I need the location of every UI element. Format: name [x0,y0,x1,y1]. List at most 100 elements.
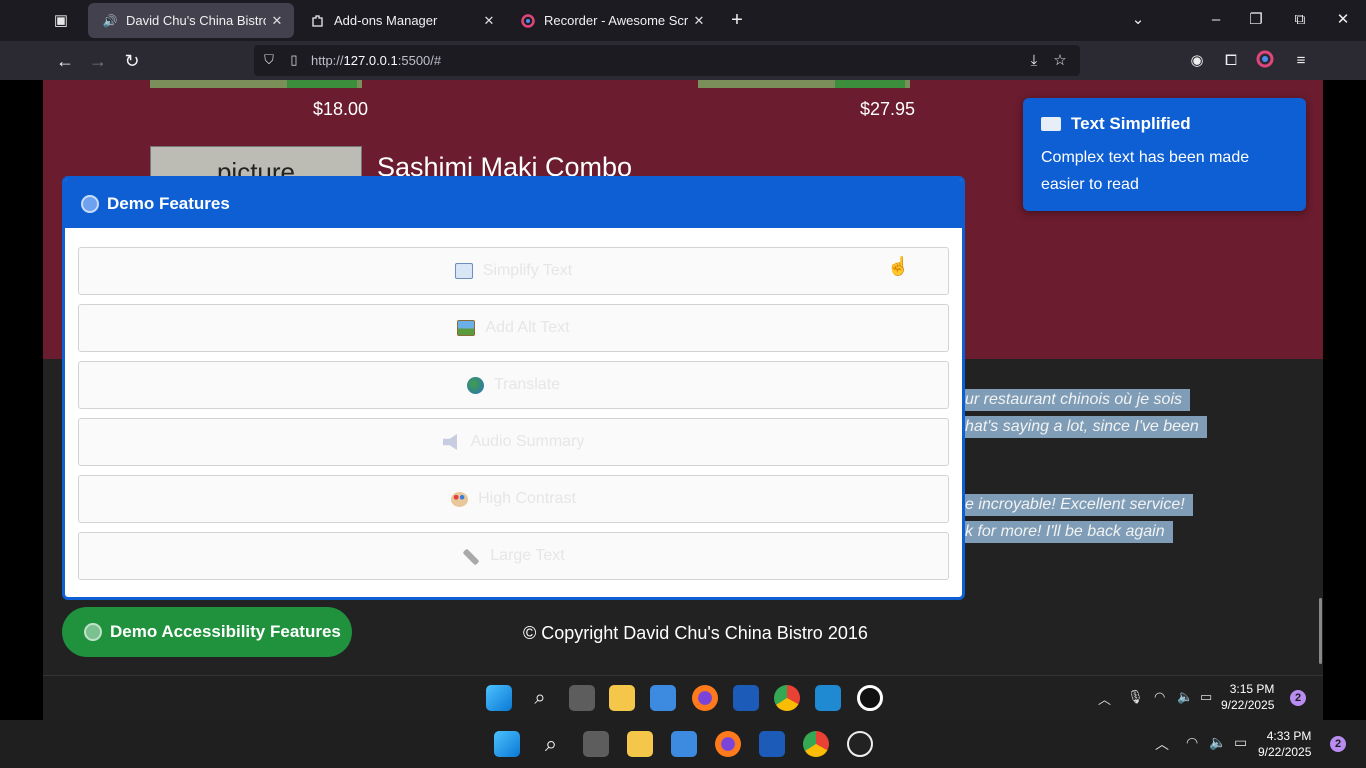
close-tab-icon[interactable]: ✕ [266,13,288,29]
chrome-icon[interactable] [803,731,829,757]
puzzle-icon [310,13,326,29]
store-icon[interactable] [671,731,697,757]
toast-message-line: easier to read [1041,176,1139,193]
recorded-clock[interactable]: 3:15 PM 9/22/2025 [1221,681,1274,713]
notification-toast: Text Simplified Complex text has been ma… [1023,98,1306,211]
simplify-text-button[interactable]: Simplify Text [78,247,949,295]
clock-time: 3:15 PM [1229,682,1275,696]
system-clock[interactable]: 4:33 PM 9/22/2025 [1258,728,1311,760]
hand-cursor-icon: ☝ [887,256,910,276]
clock-date: 9/22/2025 [1221,698,1275,712]
translate-button[interactable]: Translate [78,361,949,409]
extensions-icon[interactable]: ⧠ [1220,50,1242,72]
recorder-icon [520,13,536,29]
tab-label: David Chu's China Bistro [126,13,266,28]
microphone-icon[interactable]: 🎙 [1127,689,1144,705]
page-scrollbar[interactable] [1319,598,1322,664]
bookmark-star-icon[interactable]: ☆ [1050,51,1070,71]
feature-label: Large Text [490,547,565,564]
firefox-icon[interactable] [715,731,741,757]
menu-item-price: $18.00 [313,99,369,119]
media-player-icon[interactable] [847,731,873,757]
picture-in-picture-icon[interactable]: ⧉ [1286,8,1314,32]
show-hidden-icons[interactable]: ︿ [1098,689,1111,708]
ruler-icon [462,548,480,566]
recorded-taskbar: ⌕ ︿ 🎙 ◠ 🔈 ▭ 3:15 PM 9/22/2025 2 [43,675,1323,720]
battery-icon[interactable]: ▭ [1200,689,1212,705]
word-icon[interactable] [759,731,785,757]
tab-recorder[interactable]: Recorder - Awesome Screenshot ✕ [506,3,716,38]
toast-message: Complex text has been made easier to rea… [1041,144,1288,198]
volume-icon[interactable]: 🔈 [1177,689,1193,705]
picture-icon [457,320,476,336]
address-bar[interactable]: ⛉ ▯ http://127.0.0.1:5500/# ⤓ ☆ [254,45,1080,76]
windows-taskbar: ⌕ ︿ ◠ 🔈 ▭ 4:33 PM 9/22/2025 2 [0,720,1366,768]
file-explorer-icon[interactable] [609,685,635,711]
forward-icon[interactable]: → [86,49,110,73]
notification-badge[interactable]: 2 [1290,690,1306,706]
high-contrast-button[interactable]: High Contrast [78,475,949,523]
back-icon[interactable]: ← [53,49,77,73]
store-icon[interactable] [650,685,676,711]
toast-title: Text Simplified [1041,114,1288,134]
tracking-shield-icon[interactable]: ⛉ [260,51,278,69]
search-icon[interactable]: ⌕ [538,731,564,757]
windows-start-icon[interactable] [486,685,512,711]
url-text[interactable]: http://127.0.0.1:5500/# [311,53,441,68]
page-viewport: $18.00 $27.95 picture Sashimi Maki Combo… [0,80,1366,720]
large-text-button[interactable]: Large Text [78,532,949,580]
footer-copyright: © Copyright David Chu's China Bistro 201… [523,623,868,643]
word-icon[interactable] [733,685,759,711]
clock-time: 4:33 PM [1266,729,1312,743]
close-tab-icon[interactable]: ✕ [478,13,500,29]
menu-item-image-bottom [150,80,362,88]
task-view-icon[interactable] [583,731,609,757]
battery-icon[interactable]: ▭ [1234,734,1247,751]
chrome-icon[interactable] [774,685,800,711]
recorder-extension-icon[interactable] [1254,50,1276,72]
wifi-icon[interactable]: ◠ [1186,734,1198,751]
speaker-icon: 🔊 [102,13,118,28]
demo-accessibility-toggle-button[interactable]: Demo Accessibility Features [62,607,352,657]
feature-label: Translate [493,376,561,393]
close-tab-icon[interactable]: ✕ [688,13,710,29]
reload-icon[interactable]: ↻ [120,49,144,73]
globe-icon [466,376,484,394]
file-explorer-icon[interactable] [627,731,653,757]
toggle-label: Demo Accessibility Features [110,622,341,641]
save-to-pocket-icon[interactable]: ⤓ [1024,51,1044,71]
chatgpt-icon[interactable] [857,685,883,711]
globe-icon [84,623,102,641]
account-icon[interactable]: ◉ [1186,50,1208,72]
menu-item-image-bottom [698,80,910,88]
vscode-icon[interactable] [815,685,841,711]
close-window-icon[interactable]: ✕ [1329,8,1357,32]
show-hidden-icons[interactable]: ︿ [1155,734,1169,754]
notification-badge[interactable]: 2 [1330,736,1346,752]
feature-label: Add Alt Text [485,319,570,336]
feature-label: Audio Summary [470,433,585,450]
demo-panel-header: Demo Features [65,179,962,228]
page-info-icon[interactable]: ▯ [286,51,302,69]
list-all-tabs-icon[interactable]: ⌄ [1124,8,1152,32]
task-view-icon[interactable] [569,685,595,711]
minimize-icon[interactable]: – [1202,8,1230,32]
add-alt-text-button[interactable]: Add Alt Text [78,304,949,352]
firefox-icon[interactable] [692,685,718,711]
tab-china-bistro[interactable]: 🔊 David Chu's China Bistro ✕ [88,3,294,38]
app-menu-icon[interactable]: ≡ [1290,50,1312,72]
restore-icon[interactable]: ❐ [1242,8,1270,32]
volume-icon[interactable]: 🔈 [1209,734,1226,751]
tab-label: Add-ons Manager [334,13,438,28]
search-icon[interactable]: ⌕ [527,685,553,711]
speaker-icon [442,434,457,450]
feature-label: Simplify Text [482,262,573,279]
tab-addons-manager[interactable]: Add-ons Manager ✕ [296,3,506,38]
audio-summary-button[interactable]: Audio Summary [78,418,949,466]
tab-overview-icon[interactable]: ▣ [50,11,72,31]
wifi-icon[interactable]: ◠ [1154,689,1165,705]
windows-start-icon[interactable] [494,731,520,757]
browser-nav-bar: ← → ↻ ⛉ ▯ http://127.0.0.1:5500/# ⤓ ☆ ◉ … [0,41,1366,80]
review-text-line: hat's saying a lot, since I've been [963,416,1207,438]
new-tab-icon[interactable]: + [726,9,748,31]
